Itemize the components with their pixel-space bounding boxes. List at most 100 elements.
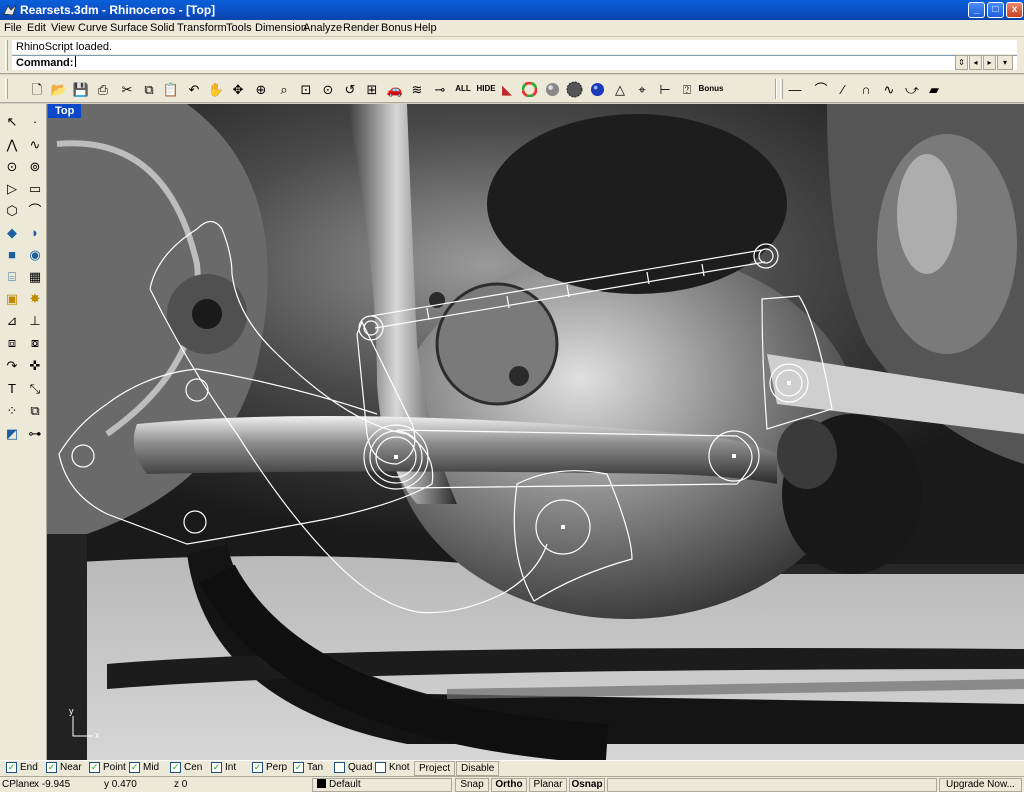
boolean-tool-icon[interactable]: ◉	[25, 244, 45, 264]
osnap-checkbox[interactable]: ✓	[293, 762, 304, 773]
mesh-tool-icon[interactable]: ▦	[25, 266, 45, 286]
menu-surface[interactable]: Surface	[110, 22, 148, 34]
shade-icon[interactable]: ◣	[498, 80, 516, 98]
osnap-checkbox[interactable]: ✓	[46, 762, 57, 773]
menu-edit[interactable]: Edit	[27, 22, 46, 34]
line-icon[interactable]: —	[786, 80, 804, 98]
rhino-curves[interactable]: y x	[47, 104, 1024, 760]
circle-tool-icon[interactable]: ⊙	[2, 156, 22, 176]
osnap-icon[interactable]: ⌖	[633, 80, 651, 98]
circle-icon[interactable]: ∿	[880, 80, 898, 98]
menu-solid[interactable]: Solid	[150, 22, 174, 34]
split-tool-icon[interactable]: ⊥	[25, 310, 45, 330]
osnap-cen[interactable]: ✓ Cen	[170, 762, 202, 773]
zoom-extents-icon[interactable]: ⊡	[297, 80, 315, 98]
osnap-checkbox[interactable]: ✓	[129, 762, 140, 773]
curve-tool-icon[interactable]: ∿	[25, 134, 45, 154]
surface-tool-icon[interactable]: ◆	[2, 222, 22, 242]
bonus-toolbar-button[interactable]: Bonus	[698, 80, 724, 98]
hide-button[interactable]: HIDE	[475, 80, 497, 98]
rotate-view-icon[interactable]: ✥	[229, 80, 247, 98]
disable-button[interactable]: Disable	[456, 761, 500, 776]
polyline-icon[interactable]: ⌒	[812, 80, 830, 98]
osnap-quad[interactable]: Quad	[334, 762, 372, 773]
osnap-pane[interactable]: Osnap	[569, 778, 605, 792]
menu-tools[interactable]: Tools	[226, 22, 252, 34]
sphere-icon[interactable]	[543, 80, 561, 98]
layer-pane[interactable]: Default	[312, 778, 452, 792]
mirror-tool-icon[interactable]: ⧉	[25, 400, 45, 420]
dimension-icon[interactable]: ⊢	[656, 80, 674, 98]
new-file-icon[interactable]: 🗋	[28, 80, 46, 98]
menu-transform[interactable]: Transform	[177, 22, 227, 34]
menu-curve[interactable]: Curve	[78, 22, 107, 34]
curve-icon[interactable]: ∕	[834, 80, 852, 98]
light-icon[interactable]: △	[611, 80, 629, 98]
menu-help[interactable]: Help	[414, 22, 437, 34]
four-viewports-icon[interactable]: ⊞	[363, 80, 381, 98]
cut-icon[interactable]: ✂	[118, 80, 136, 98]
zoom-window-icon[interactable]: ⌕	[275, 80, 293, 98]
select-arrow-icon[interactable]: ↖	[2, 111, 22, 131]
menu-bonus[interactable]: Bonus	[381, 22, 412, 34]
zoom-icon[interactable]: ⊕	[252, 80, 270, 98]
command-grip[interactable]	[5, 40, 8, 71]
osnap-int[interactable]: ✓ Int	[211, 762, 236, 773]
ungroup-tool-icon[interactable]: ⧇	[25, 332, 45, 352]
osnap-checkbox[interactable]: ✓	[211, 762, 222, 773]
dimension-tool-icon[interactable]: ⊶	[25, 423, 45, 443]
toolbar-grip[interactable]	[5, 79, 8, 99]
loft-tool-icon[interactable]: ◗	[25, 222, 45, 242]
scroll-updown-icon[interactable]: ⇕	[955, 55, 968, 70]
scroll-right-icon[interactable]: ▸	[983, 55, 996, 70]
group-tool-icon[interactable]: ⧈	[2, 332, 22, 352]
polyline-tool-icon[interactable]: ⋀	[2, 134, 22, 154]
rectangle-tool-icon[interactable]: ▭	[25, 178, 45, 198]
text-tool-icon[interactable]: T	[2, 378, 22, 398]
osnap-perp[interactable]: ✓ Perp	[252, 762, 287, 773]
arc-icon[interactable]: ∩	[857, 80, 875, 98]
scroll-left-icon[interactable]: ◂	[969, 55, 982, 70]
toolbar-grip-2[interactable]	[780, 79, 783, 99]
zoom-previous-icon[interactable]: ↺	[341, 80, 359, 98]
osnap-checkbox[interactable]: ✓	[170, 762, 181, 773]
box-tool-icon[interactable]: ■	[2, 244, 22, 264]
print-icon[interactable]: ⎙	[94, 80, 112, 98]
explode-tool-icon[interactable]: ✸	[25, 288, 45, 308]
paste-icon[interactable]: 📋	[162, 80, 180, 98]
color-wheel-icon[interactable]	[520, 80, 538, 98]
menu-view[interactable]: View	[51, 22, 75, 34]
curve-drag-icon[interactable]: ⤻	[903, 80, 921, 98]
menu-dimension[interactable]: Dimension	[255, 22, 307, 34]
fillet-tool-icon[interactable]: ▣	[2, 288, 22, 308]
osnap-checkbox[interactable]: ✓	[89, 762, 100, 773]
blue-sphere-icon[interactable]	[588, 80, 606, 98]
minimize-button[interactable]: _	[968, 2, 985, 18]
osnap-end[interactable]: ✓ End	[6, 762, 38, 773]
arc-tool-icon[interactable]: ⌒	[25, 200, 45, 220]
analyze-tool-icon[interactable]: ◩	[2, 423, 22, 443]
close-button[interactable]: x	[1006, 2, 1023, 18]
triangle-tool-icon[interactable]: ▷	[2, 178, 22, 198]
layers-icon[interactable]: ≋	[408, 80, 426, 98]
osnap-checkbox[interactable]: ✓	[252, 762, 263, 773]
point-icon[interactable]: ·	[25, 111, 45, 131]
project-button[interactable]: Project	[414, 761, 456, 776]
osnap-near[interactable]: ✓ Near	[46, 762, 82, 773]
osnap-knot[interactable]: Knot	[375, 762, 410, 773]
menu-file[interactable]: File	[4, 22, 22, 34]
save-icon[interactable]: 💾	[72, 80, 90, 98]
osnap-tan[interactable]: ✓ Tan	[293, 762, 323, 773]
zoom-selected-icon[interactable]: ⊙	[319, 80, 337, 98]
scale-tool-icon[interactable]: ⤡	[25, 378, 45, 398]
open-icon[interactable]: 📂	[50, 80, 68, 98]
menu-render[interactable]: Render	[343, 22, 379, 34]
undo-icon[interactable]: ↶	[185, 80, 203, 98]
show-objects-icon[interactable]: ⊸	[431, 80, 449, 98]
menu-analyze[interactable]: Analyze	[303, 22, 342, 34]
trim-tool-icon[interactable]: ⊿	[2, 310, 22, 330]
ellipse-tool-icon[interactable]: ⊚	[25, 156, 45, 176]
osnap-checkbox[interactable]	[375, 762, 386, 773]
rotate-tool-icon[interactable]: ↷	[2, 355, 22, 375]
osnap-mid[interactable]: ✓ Mid	[129, 762, 159, 773]
